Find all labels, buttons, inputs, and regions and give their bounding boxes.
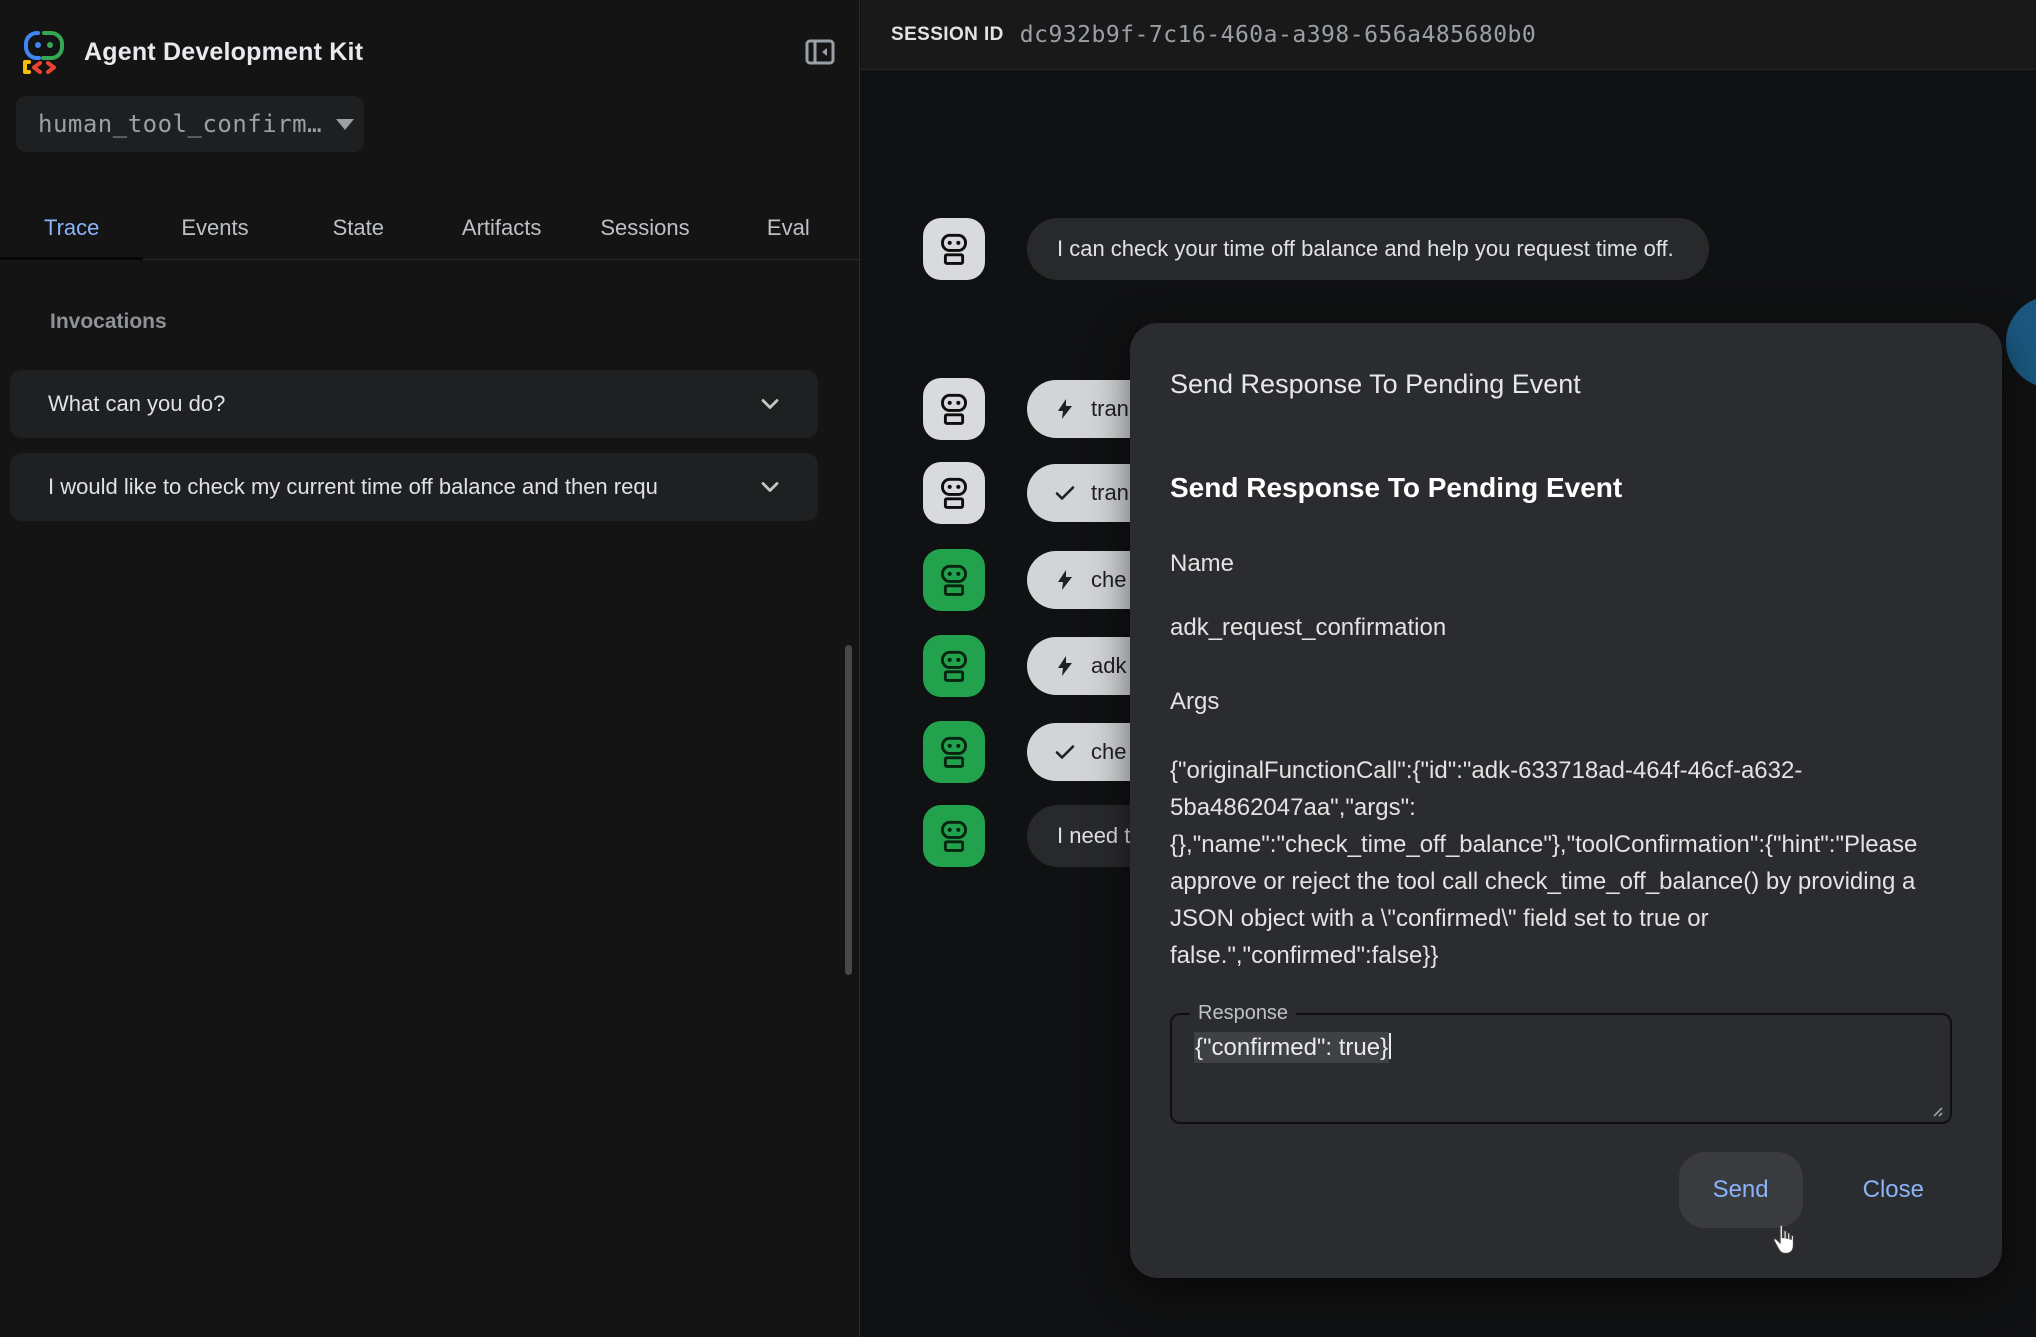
close-button[interactable]: Close [1829, 1152, 1958, 1228]
robot-icon [931, 557, 977, 603]
robot-icon [931, 729, 977, 775]
chip-label: tran [1091, 480, 1129, 506]
dialog-actions: Send Close [1679, 1152, 1958, 1228]
sidebar-header: Agent Development Kit [20, 24, 840, 80]
adk-robot-logo-icon [20, 28, 68, 76]
chip-label: adk [1091, 653, 1126, 679]
args-value: {"originalFunctionCall":{"id":"adk-63371… [1170, 752, 1975, 974]
dialog-title: Send Response To Pending Event [1170, 369, 1960, 400]
adk-web-app: Agent Development Kit human_tool_confirm… [0, 0, 2036, 1337]
tab-sessions[interactable]: Sessions [573, 196, 716, 259]
collapse-panel-icon [802, 34, 838, 70]
response-fieldset: Response {"confirmed": true} [1170, 1002, 1952, 1124]
response-input[interactable]: {"confirmed": true} [1194, 1033, 1391, 1062]
bot-avatar-active [923, 721, 985, 783]
robot-icon [931, 386, 977, 432]
invocations-heading: Invocations [50, 310, 167, 334]
tab-trace[interactable]: Trace [0, 196, 143, 259]
chip-label: che [1091, 739, 1126, 765]
scroll-action-button[interactable] [2006, 296, 2036, 388]
agent-selector-value: human_tool_confirm… [38, 110, 322, 138]
chip-label: che [1091, 567, 1126, 593]
robot-icon [931, 813, 977, 859]
chat-message-row: I can check your time off balance and he… [923, 218, 1709, 280]
invocation-text: What can you do? [48, 391, 744, 417]
robot-icon [931, 643, 977, 689]
tab-eval[interactable]: Eval [717, 196, 860, 259]
args-label: Args [1170, 688, 1960, 716]
invocation-item[interactable]: What can you do? [10, 370, 818, 438]
bot-avatar [923, 378, 985, 440]
response-label: Response [1190, 1002, 1296, 1025]
name-value: adk_request_confirmation [1170, 614, 1960, 642]
check-icon [1053, 740, 1077, 764]
app-title: Agent Development Kit [84, 38, 363, 67]
session-header: SESSION ID dc932b9f-7c16-460a-a398-656a4… [861, 0, 2036, 70]
bot-avatar-active [923, 635, 985, 697]
bot-avatar-active [923, 549, 985, 611]
tab-state[interactable]: State [287, 196, 430, 259]
agent-selector-dropdown[interactable]: human_tool_confirm… [16, 96, 364, 152]
check-icon [1053, 481, 1077, 505]
sidebar: Agent Development Kit human_tool_confirm… [0, 0, 860, 1337]
response-value: {"confirmed": true} [1194, 1032, 1389, 1063]
bolt-icon [1053, 568, 1077, 592]
resize-handle-icon[interactable] [1930, 1104, 1944, 1118]
sidebar-scrollbar-thumb[interactable] [845, 645, 852, 975]
session-id-value: dc932b9f-7c16-460a-a398-656a485680b0 [1020, 22, 1537, 48]
bolt-icon [1053, 654, 1077, 678]
chevron-down-icon [756, 473, 784, 501]
sidebar-tabs: Trace Events State Artifacts Sessions Ev… [0, 196, 860, 260]
invocation-item[interactable]: I would like to check my current time of… [10, 453, 818, 521]
tab-artifacts[interactable]: Artifacts [430, 196, 573, 259]
invocation-text: I would like to check my current time of… [48, 474, 744, 500]
chip-label: tran [1091, 396, 1129, 422]
robot-icon [931, 226, 977, 272]
bot-avatar-active [923, 805, 985, 867]
bolt-icon [1053, 397, 1077, 421]
session-id-label: SESSION ID [891, 24, 1004, 46]
robot-icon [931, 470, 977, 516]
bot-avatar [923, 218, 985, 280]
dropdown-caret-icon [336, 119, 354, 130]
tab-events[interactable]: Events [143, 196, 286, 259]
bot-message-bubble: I can check your time off balance and he… [1027, 218, 1709, 280]
chevron-down-icon [756, 390, 784, 418]
dialog-heading: Send Response To Pending Event [1170, 472, 1960, 504]
text-caret [1389, 1033, 1391, 1059]
collapse-panel-button[interactable] [800, 32, 840, 72]
send-response-dialog: Send Response To Pending Event Send Resp… [1130, 323, 2002, 1278]
bot-avatar [923, 462, 985, 524]
name-label: Name [1170, 550, 1960, 578]
send-button[interactable]: Send [1679, 1152, 1803, 1228]
